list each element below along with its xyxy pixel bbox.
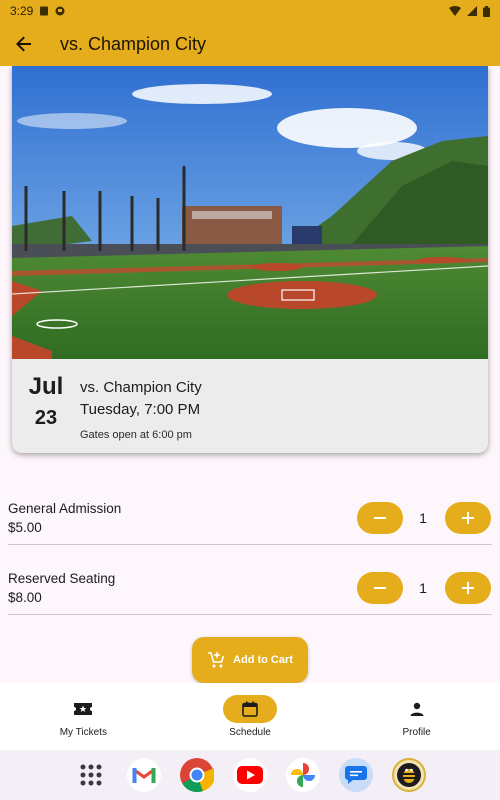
nav-label: Profile <box>402 727 431 738</box>
add-shopping-cart-icon <box>208 652 225 668</box>
gmail-logo-icon <box>132 767 156 783</box>
plus-icon <box>462 512 474 524</box>
ticket-row-general-admission: General Admission $5.00 1 <box>8 475 492 545</box>
ticket-name: Reserved Seating <box>8 571 116 586</box>
battery-icon <box>483 5 490 17</box>
gmail-icon[interactable] <box>127 758 161 792</box>
plus-icon <box>462 582 474 594</box>
team-app-icon[interactable] <box>392 758 426 792</box>
chrome-icon[interactable] <box>180 758 214 792</box>
messages-icon[interactable] <box>339 758 373 792</box>
add-to-cart-button[interactable]: Add to Cart <box>192 637 308 683</box>
decrease-quantity-button[interactable] <box>357 572 403 604</box>
game-card[interactable]: Jul 23 vs. Champion City Tuesday, 7:00 P… <box>12 66 488 453</box>
wifi-icon <box>449 6 461 16</box>
minus-icon <box>374 587 386 589</box>
person-icon <box>410 702 424 716</box>
nav-label: Schedule <box>229 727 271 738</box>
game-datetime: Tuesday, 7:00 PM <box>80 401 201 418</box>
game-month: Jul <box>28 373 64 400</box>
stadium-photo <box>12 66 488 359</box>
nav-pill-active <box>223 695 277 723</box>
notification-icon <box>55 6 65 16</box>
chat-bubble-icon <box>345 766 367 784</box>
nav-my-tickets[interactable]: My Tickets <box>0 683 167 750</box>
main-content[interactable]: Jul 23 vs. Champion City Tuesday, 7:00 P… <box>0 66 500 683</box>
date-box: Jul 23 <box>12 359 82 453</box>
quantity-value: 1 <box>419 580 427 596</box>
grid-dots-icon <box>80 764 102 786</box>
chrome-logo-icon <box>180 758 214 792</box>
game-opponent: vs. Champion City <box>80 379 202 396</box>
nav-label: My Tickets <box>59 727 107 738</box>
photos-icon[interactable] <box>286 758 320 792</box>
game-day: 23 <box>34 407 58 429</box>
page-title: vs. Champion City <box>60 33 207 54</box>
status-left: 3:29 <box>10 4 65 18</box>
app-drawer-icon[interactable] <box>74 758 108 792</box>
minus-icon <box>374 517 386 519</box>
ticket-name: General Admission <box>8 501 122 516</box>
launcher-dock <box>0 750 500 800</box>
add-to-cart-label: Add to Cart <box>233 654 293 666</box>
app-bar: vs. Champion City <box>0 22 500 66</box>
quantity-value: 1 <box>419 510 427 526</box>
status-bar: 3:29 <box>0 0 500 22</box>
youtube-icon[interactable] <box>233 758 267 792</box>
photos-pinwheel-icon <box>291 763 315 787</box>
ticket-price: $8.00 <box>8 590 42 605</box>
status-right <box>449 5 490 17</box>
nav-pill <box>56 695 110 723</box>
calendar-icon <box>242 701 258 717</box>
signal-icon <box>467 6 477 16</box>
clock: 3:29 <box>10 4 34 18</box>
ticket-row-reserved-seating: Reserved Seating $8.00 1 <box>8 545 492 615</box>
ticket-icon <box>74 703 93 715</box>
nav-schedule[interactable]: Schedule <box>167 683 334 750</box>
team-mascot-icon <box>397 763 421 787</box>
back-button[interactable] <box>0 22 48 66</box>
arrow-back-icon <box>16 36 31 52</box>
nav-pill <box>390 695 444 723</box>
sim-icon <box>40 6 49 16</box>
gates-open-text: Gates open at 6:00 pm <box>80 429 192 441</box>
nav-profile[interactable]: Profile <box>333 683 500 750</box>
decrease-quantity-button[interactable] <box>357 502 403 534</box>
increase-quantity-button[interactable] <box>445 572 491 604</box>
youtube-logo-icon <box>237 766 263 784</box>
bottom-navigation: My Tickets Schedule Profile <box>0 683 500 750</box>
ticket-price: $5.00 <box>8 520 42 535</box>
increase-quantity-button[interactable] <box>445 502 491 534</box>
